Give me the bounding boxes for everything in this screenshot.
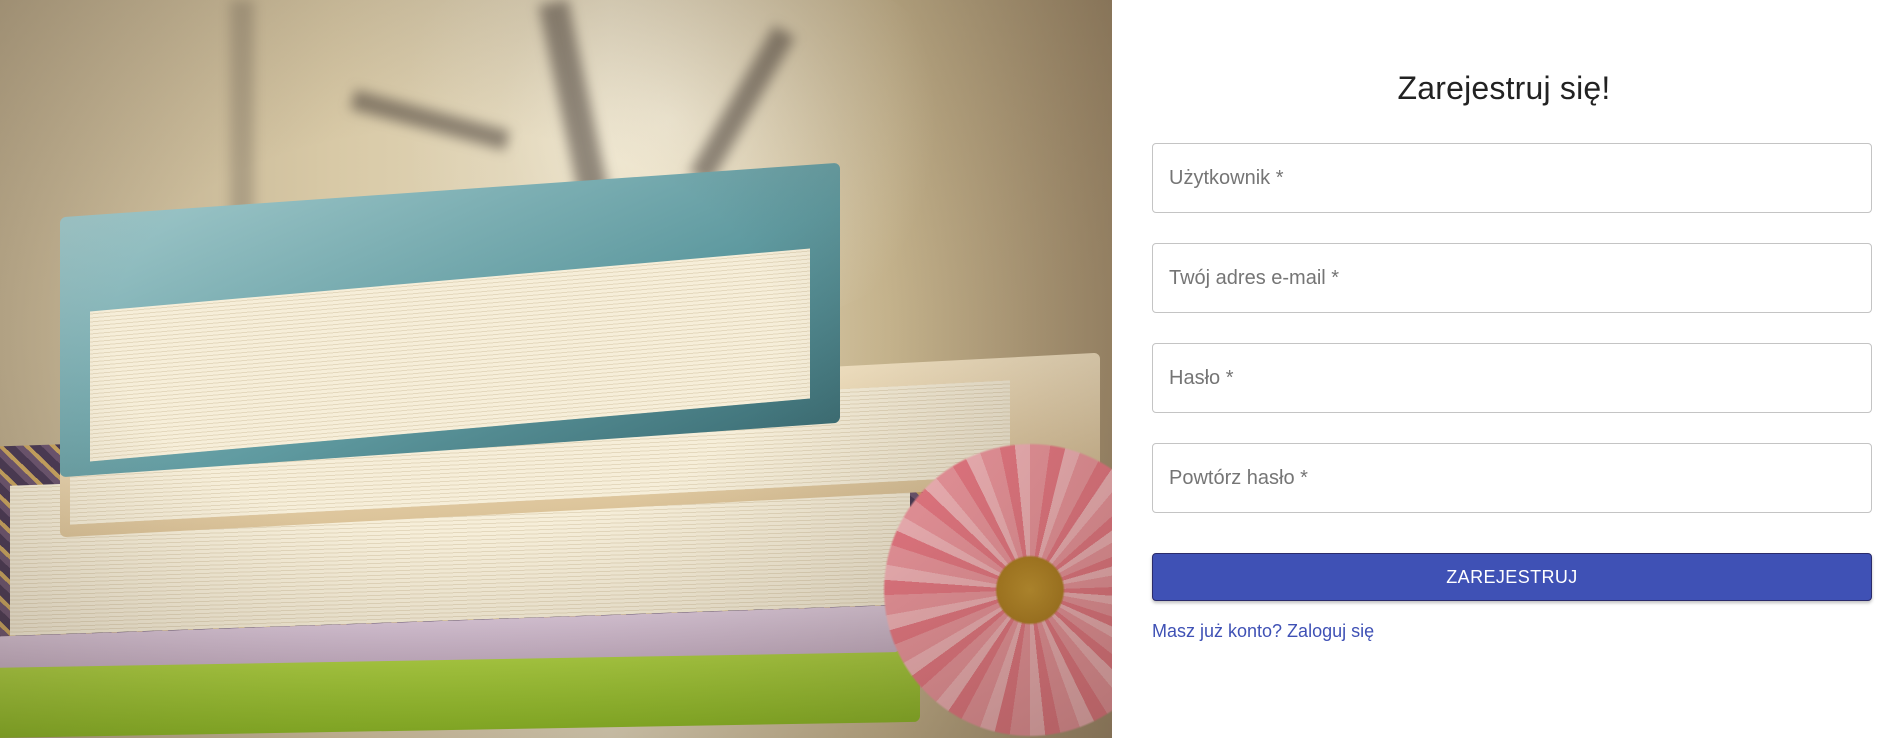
register-button[interactable]: ZAREJESTRUJ <box>1152 553 1872 601</box>
hero-image-books <box>0 0 1112 738</box>
page-title: Zarejestruj się! <box>1397 70 1611 106</box>
vignette <box>0 0 1112 738</box>
password-field <box>1152 343 1872 413</box>
email-field <box>1152 243 1872 313</box>
username-field <box>1152 143 1872 213</box>
registration-form-panel: Zarejestruj się! ZAREJESTRUJ Masz już ko… <box>1112 0 1896 738</box>
password-input[interactable] <box>1153 344 1871 412</box>
login-link[interactable]: Masz już konto? Zaloguj się <box>1152 621 1374 642</box>
email-input[interactable] <box>1153 244 1871 312</box>
username-input[interactable] <box>1153 144 1871 212</box>
repeat-password-field <box>1152 443 1872 513</box>
repeat-password-input[interactable] <box>1153 444 1871 512</box>
registration-page: Zarejestruj się! ZAREJESTRUJ Masz już ko… <box>0 0 1896 738</box>
